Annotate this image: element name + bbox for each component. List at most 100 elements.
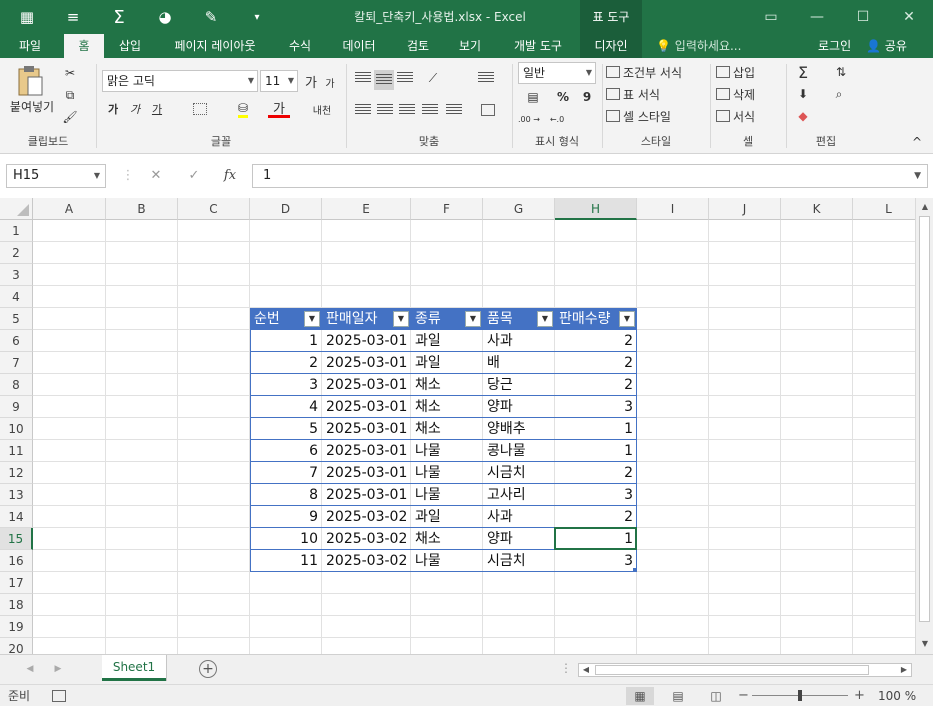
row-header-18[interactable]: 18 — [0, 594, 33, 616]
table-cell[interactable]: 사과 — [483, 330, 555, 352]
column-header-i[interactable]: I — [637, 198, 709, 220]
table-cell[interactable]: 2025-03-01 — [322, 352, 411, 374]
increase-decimal-button[interactable]: .00 → — [518, 110, 540, 128]
zoom-in-button[interactable]: + — [854, 685, 865, 706]
table-cell[interactable]: 2 — [555, 352, 637, 374]
table-cell[interactable]: 나물 — [411, 484, 483, 506]
prev-sheet-icon[interactable]: ◀ — [22, 661, 38, 677]
chart-icon[interactable]: ◕ — [142, 0, 188, 34]
orientation-icon[interactable]: ⟋ — [420, 70, 446, 86]
align-right-icon[interactable] — [398, 102, 416, 118]
column-header-c[interactable]: C — [178, 198, 250, 220]
table-cell[interactable]: 채소 — [411, 396, 483, 418]
tab-page-layout[interactable]: 페이지 레이아웃 — [164, 34, 266, 58]
table-cell[interactable]: 2 — [555, 330, 637, 352]
table-cell[interactable]: 2 — [250, 352, 322, 374]
autosum-icon[interactable]: Σ — [792, 62, 814, 82]
conditional-format-button[interactable]: 조건부 서식 — [606, 62, 702, 82]
table-cell[interactable]: 2 — [555, 462, 637, 484]
clear-icon[interactable]: ◆ — [792, 106, 814, 126]
format-painter-icon[interactable]: 🖌 — [60, 108, 80, 126]
scroll-down-icon[interactable]: ▼ — [917, 636, 933, 652]
row-header-13[interactable]: 13 — [0, 484, 33, 506]
table-cell[interactable]: 5 — [250, 418, 322, 440]
table-cell[interactable]: 2025-03-02 — [322, 528, 411, 550]
table-cell[interactable]: 2025-03-01 — [322, 374, 411, 396]
filter-dropdown-icon[interactable]: ▼ — [304, 311, 320, 327]
insert-function-icon[interactable]: fx — [218, 164, 242, 188]
row-header-20[interactable]: 20 — [0, 638, 33, 654]
tab-home[interactable]: 홈 — [64, 34, 104, 58]
table-cell[interactable]: 나물 — [411, 440, 483, 462]
name-box[interactable]: H15 ▼ — [6, 164, 106, 188]
column-header-k[interactable]: K — [781, 198, 853, 220]
table-cell[interactable]: 2 — [555, 374, 637, 396]
row-header-9[interactable]: 9 — [0, 396, 33, 418]
worksheet-grid[interactable]: A B C D E F G H I J K L 1 2 3 4 5 6 7 8 9 10 11 12 13 14 15 16 17 18 1… — [0, 198, 915, 654]
tab-developer[interactable]: 개발 도구 — [504, 34, 572, 58]
zoom-level[interactable]: 100 % — [878, 685, 916, 706]
table-cell[interactable]: 8 — [250, 484, 322, 506]
wrap-text-icon[interactable] — [476, 70, 496, 86]
tab-insert[interactable]: 삽입 — [110, 34, 150, 58]
table-cell[interactable]: 2025-03-02 — [322, 506, 411, 528]
table-cell[interactable]: 배 — [483, 352, 555, 374]
percent-button[interactable]: % — [554, 88, 572, 106]
fill-color-icon[interactable]: ⛁ — [232, 100, 254, 118]
next-sheet-icon[interactable]: ▶ — [50, 661, 66, 677]
column-header-a[interactable]: A — [33, 198, 106, 220]
row-header-15[interactable]: 15 — [0, 528, 33, 550]
login-button[interactable]: 로그인 — [818, 34, 851, 58]
column-header-l[interactable]: L — [853, 198, 915, 220]
delete-cells-button[interactable]: 삭제 — [716, 84, 780, 104]
merge-center-icon[interactable] — [476, 102, 502, 118]
select-all-button[interactable] — [0, 198, 33, 220]
sheet-tab-sheet1[interactable]: Sheet1 — [102, 655, 166, 681]
row-header-10[interactable]: 10 — [0, 418, 33, 440]
column-header-e[interactable]: E — [322, 198, 411, 220]
vertical-scroll-thumb[interactable] — [919, 216, 930, 622]
table-cell[interactable]: 2025-03-01 — [322, 462, 411, 484]
row-header-4[interactable]: 4 — [0, 286, 33, 308]
italic-button[interactable]: 가 — [126, 100, 144, 118]
table-cell[interactable]: 양파 — [483, 528, 555, 550]
save-icon[interactable]: ▦ — [4, 0, 50, 34]
format-painter-icon[interactable]: ✎ — [188, 0, 234, 34]
close-icon[interactable]: ✕ — [886, 0, 932, 34]
table-cell[interactable]: 채소 — [411, 418, 483, 440]
phonetic-button[interactable]: 내천 — [308, 100, 336, 118]
table-cell[interactable]: 3 — [555, 396, 637, 418]
page-layout-view-icon[interactable]: ▤ — [664, 687, 692, 705]
row-header-14[interactable]: 14 — [0, 506, 33, 528]
increase-indent-icon[interactable] — [444, 102, 464, 118]
table-cell[interactable]: 시금치 — [483, 550, 555, 572]
customize-quick-access-icon[interactable]: ▾ — [234, 0, 280, 34]
filter-dropdown-icon[interactable]: ▼ — [465, 311, 481, 327]
zoom-out-button[interactable]: − — [738, 685, 749, 706]
table-cell[interactable]: 양배추 — [483, 418, 555, 440]
column-header-g[interactable]: G — [483, 198, 555, 220]
table-cell[interactable]: 과일 — [411, 330, 483, 352]
table-cell[interactable]: 시금치 — [483, 462, 555, 484]
underline-button[interactable]: 가 — [148, 100, 166, 118]
table-cell[interactable]: 2025-03-01 — [322, 418, 411, 440]
scroll-up-icon[interactable]: ▲ — [917, 199, 933, 215]
decrease-indent-icon[interactable] — [420, 102, 440, 118]
table-cell[interactable]: 6 — [250, 440, 322, 462]
table-cell[interactable]: 양파 — [483, 396, 555, 418]
ribbon-display-icon[interactable]: ▭ — [748, 0, 794, 34]
page-break-view-icon[interactable]: ◫ — [702, 687, 730, 705]
comma-button[interactable]: 9 — [578, 88, 596, 106]
table-cell[interactable]: 채소 — [411, 374, 483, 396]
tab-view[interactable]: 보기 — [450, 34, 490, 58]
table-cell[interactable]: 10 — [250, 528, 322, 550]
shrink-font-button[interactable]: 가 — [322, 74, 338, 90]
accounting-format-icon[interactable]: ▤ — [518, 88, 548, 106]
table-cell[interactable]: 2025-03-01 — [322, 440, 411, 462]
tab-design[interactable]: 디자인 — [580, 34, 642, 58]
table-cell[interactable]: 채소 — [411, 528, 483, 550]
table-cell[interactable]: 콩나물 — [483, 440, 555, 462]
find-select-icon[interactable]: ⌕ — [828, 84, 850, 104]
tab-file[interactable]: 파일 — [8, 34, 52, 58]
tell-me-box[interactable]: 💡 입력하세요... — [656, 34, 741, 58]
